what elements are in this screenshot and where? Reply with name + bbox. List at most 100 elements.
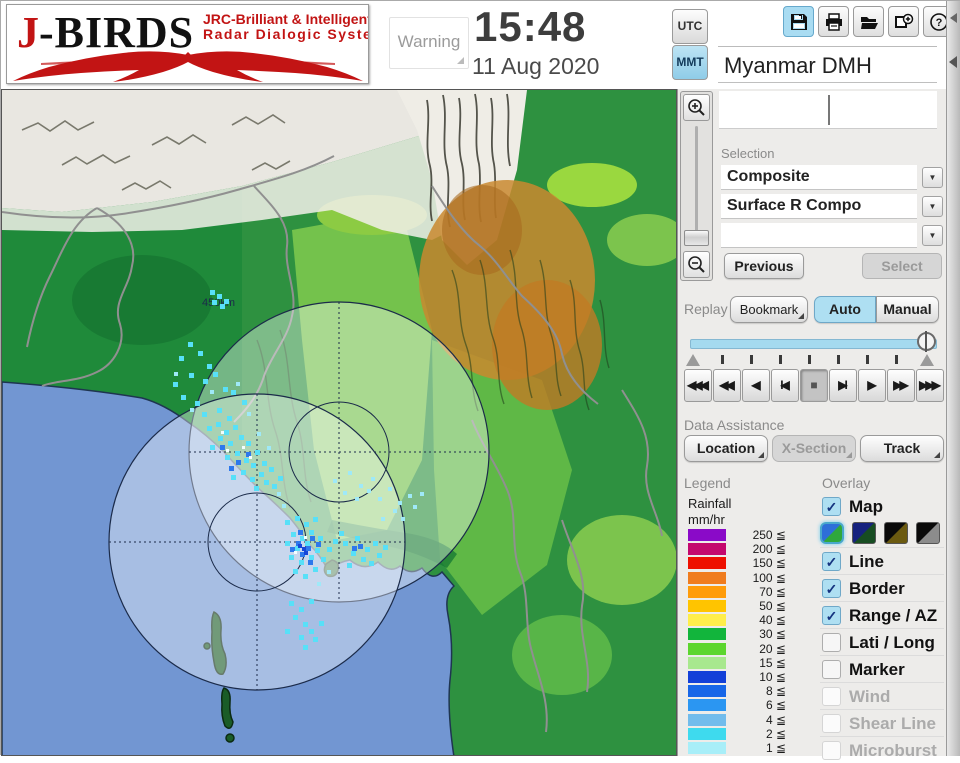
replay-slider-track[interactable] [690,339,937,349]
legend-value: 40 ≦ [759,613,786,628]
legend-value: 2 ≦ [765,726,786,741]
legend-value: 1 ≦ [765,741,786,755]
zoom-slider-thumb[interactable] [684,230,709,246]
map-scheme-black-olive[interactable] [884,522,908,544]
overlay-label: Line [849,552,884,571]
legend-row: 2 ≦ [688,726,798,741]
legend-section-label: Legend [684,475,731,491]
text-cursor [828,95,830,125]
legend-color-swatch [688,742,726,754]
legend-value: 250 ≦ [752,528,786,542]
previous-button[interactable]: Previous [724,253,804,279]
overlay-row-wind: Wind [820,682,944,709]
rewind-fastest-button[interactable]: ◀◀◀ [684,369,712,402]
forward-fast-button[interactable]: ▶▶ [887,369,915,402]
clock-time: 15:48 [474,3,587,50]
legend-color-swatch [688,685,726,698]
line-checkbox[interactable]: ✓ [822,552,841,571]
save-button[interactable] [783,6,814,37]
step-forward-button[interactable]: ▶I [829,369,857,402]
overlay-row-lati-long: Lati / Long [820,628,944,655]
logo-tagline-1: JRC-Brilliant & Intelligent [203,11,369,27]
play-reverse-button[interactable]: ◀ [742,369,770,402]
legend-color-swatch [688,671,726,683]
selection-dropdown-value-2: Surface R Compo [721,194,917,219]
legend-value: 8 ≦ [765,684,786,699]
timezone-utc-button[interactable]: UTC [672,9,708,44]
warning-button[interactable]: Warning [389,17,469,69]
print-icon [825,12,842,31]
map-scheme-blue-green[interactable] [820,522,844,544]
track-button[interactable]: Track [860,435,944,462]
save-icon [790,13,807,30]
border-checkbox[interactable]: ✓ [822,579,841,598]
print-button[interactable] [818,6,849,37]
coordinate-readout-box [719,91,937,129]
clock-date: 11 Aug 2020 [472,53,600,79]
chevron-down-icon[interactable]: ▼ [922,225,943,246]
legend-color-swatch [688,585,726,598]
legend-unit-line1: Rainfall [688,496,732,511]
marker-checkbox[interactable] [822,660,841,679]
forward-fastest-button[interactable]: ▶▶▶ [916,369,944,402]
legend-row: 200 ≦ [688,542,798,556]
play-button[interactable]: ▶ [858,369,886,402]
map-scheme-black-gray[interactable] [916,522,940,544]
overlay-label: Shear Line [849,714,936,733]
control-panel: Selection Composite ▼ Surface R Compo ▼ ▼ Pr… [677,89,946,760]
selection-dropdown-value-3 [721,223,917,248]
panel-collapse-arrow-icon[interactable] [949,56,957,68]
legend-row: 30 ≦ [688,627,798,642]
select-button[interactable]: Select [862,253,942,279]
station-name: Myanmar DMH [718,50,937,83]
replay-slider-knob[interactable] [917,331,936,352]
map-scheme-navy-darkgreen[interactable] [852,522,876,544]
manual-button[interactable]: Manual [876,296,939,323]
legend-value: 70 ≦ [759,584,786,599]
chevron-down-icon[interactable]: ▼ [922,167,943,188]
selection-dropdown-2: Surface R Compo ▼ [721,194,945,220]
selection-dropdown-1: Composite ▼ [721,165,945,191]
dropdown-grip-icon [934,452,940,458]
x-section-button[interactable]: X-Section [772,435,856,462]
map-zoom-widget [680,91,713,281]
timezone-toggle: UTC MMT [672,9,708,81]
radar-map[interactable]: 450km [1,89,677,756]
location-button[interactable]: Location [684,435,768,462]
overlay-row-line: ✓ Line [820,547,944,574]
bookmark-grip-icon [798,313,804,319]
lati-long-checkbox[interactable] [822,633,841,652]
legend-color-swatch [688,727,726,740]
microburst-checkbox [822,741,841,760]
open-folder-button[interactable] [853,6,884,37]
legend-color-swatch [688,600,726,612]
step-backward-button[interactable]: I◀ [771,369,799,402]
open-folder-icon [860,16,878,29]
overlay-section-label: Overlay [822,475,871,491]
collapse-arrow-icon[interactable] [950,13,957,23]
playback-controls: ◀◀◀ ◀◀ ◀ I◀ ■ ▶I ▶ ▶▶ ▶▶▶ [684,369,944,402]
range-az-checkbox[interactable]: ✓ [822,606,841,625]
overlay-label: Range / AZ [849,606,938,625]
overlay-row-range-az: ✓ Range / AZ [820,601,944,628]
rewind-fast-button[interactable]: ◀◀ [713,369,741,402]
zoom-out-button[interactable] [683,251,710,278]
wind-checkbox [822,687,841,706]
zoom-in-button[interactable] [683,94,710,121]
add-image-button[interactable] [888,6,919,37]
zoom-slider-track[interactable] [695,126,698,244]
map-checkbox[interactable]: ✓ [822,497,841,516]
zoom-in-icon [688,99,705,116]
add-image-icon [894,13,913,28]
legend-value: 30 ≦ [759,627,786,642]
auto-button[interactable]: Auto [814,296,876,323]
bookmark-button[interactable]: Bookmark [730,296,808,323]
divider [718,46,937,47]
chevron-down-icon[interactable]: ▼ [922,196,943,217]
panel-collapse-strip[interactable] [946,1,960,756]
stop-button[interactable]: ■ [800,369,828,402]
overlay-label: Wind [849,687,891,706]
svg-text:?: ? [935,17,942,29]
legend-value: 6 ≦ [765,698,786,713]
timezone-mmt-button[interactable]: MMT [672,45,708,80]
